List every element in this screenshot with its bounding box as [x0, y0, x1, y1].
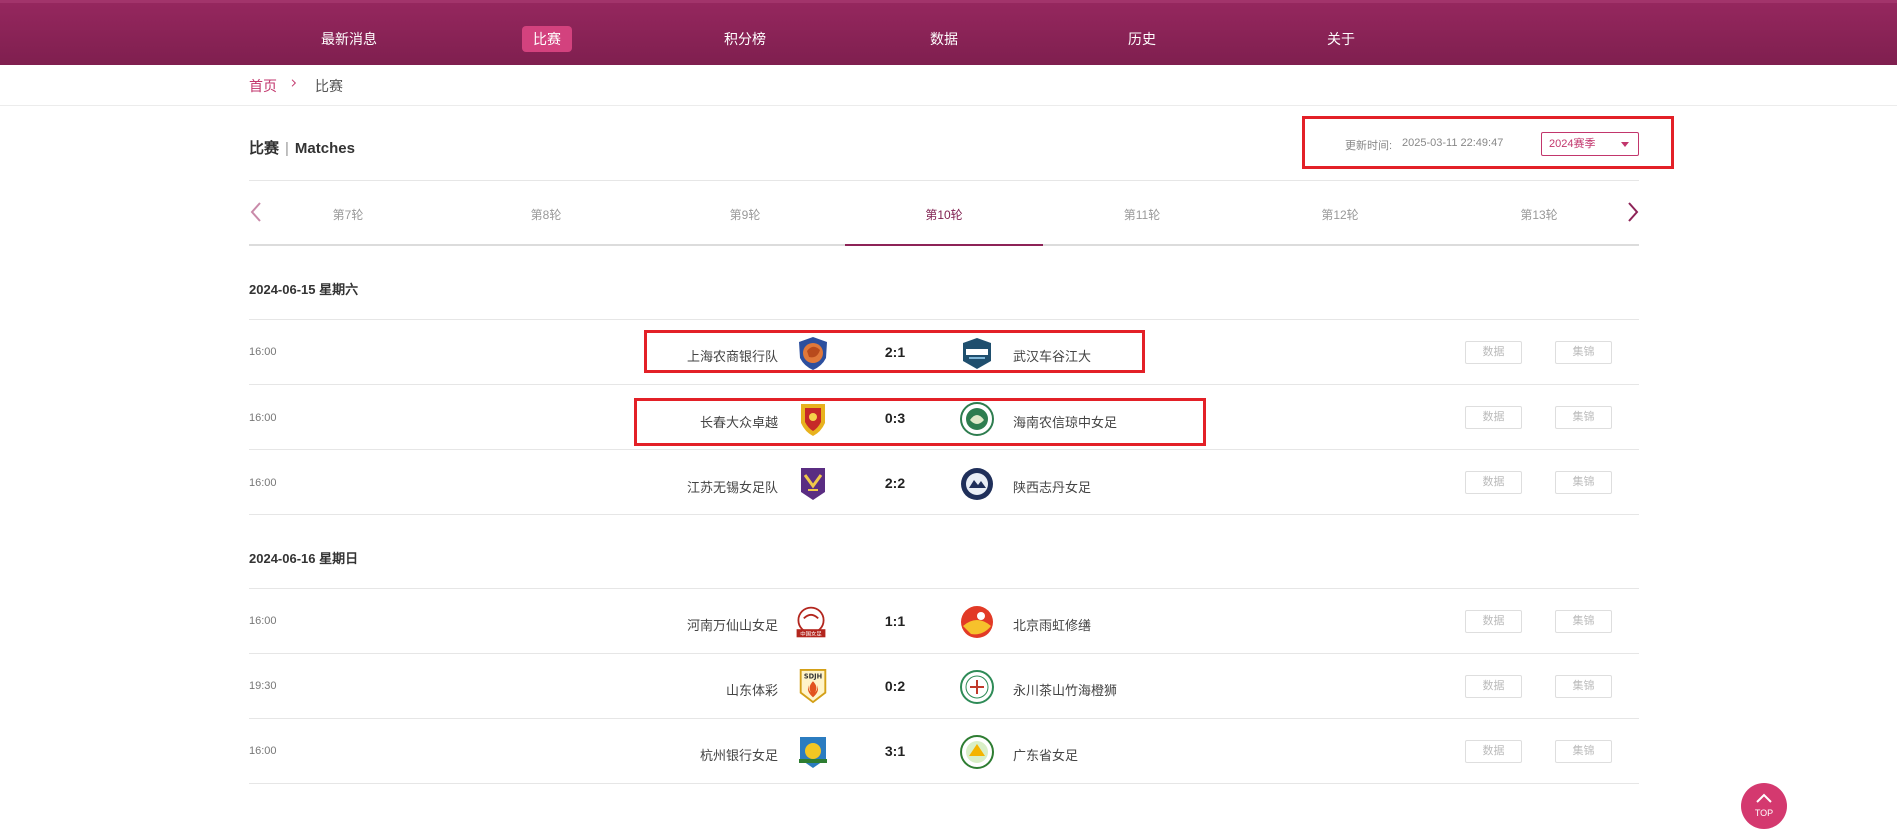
divider: [249, 384, 1639, 385]
match-score[interactable]: 3:1: [874, 743, 916, 759]
round-tab-7[interactable]: 第7轮: [249, 206, 447, 223]
divider: [249, 588, 1639, 589]
match-score[interactable]: 1:1: [874, 613, 916, 629]
breadcrumb: 首页 比赛: [0, 65, 1897, 106]
back-to-top-button[interactable]: TOP: [1741, 783, 1787, 829]
match-score[interactable]: 0:2: [874, 678, 916, 694]
nav-item-matches[interactable]: 比赛: [522, 26, 572, 52]
match-data-button[interactable]: 数据: [1465, 471, 1522, 494]
round-tab-9[interactable]: 第9轮: [646, 206, 844, 223]
nav-item-standings[interactable]: 积分榜: [713, 26, 777, 52]
home-team-name[interactable]: 山东体彩: [726, 680, 778, 699]
next-round-arrow-icon[interactable]: [1624, 201, 1642, 223]
active-round-indicator: [845, 244, 1043, 246]
round-tab-8[interactable]: 第8轮: [447, 206, 645, 223]
match-time: 19:30: [249, 680, 277, 692]
match-highlights-button[interactable]: 集锦: [1555, 675, 1612, 698]
top-nav-bar: 最新消息 比赛 积分榜 数据 历史 关于: [0, 0, 1897, 65]
shandong-team-logo-icon: SDJH: [799, 668, 827, 704]
page-title-en: Matches: [294, 140, 355, 157]
match-score[interactable]: 2:2: [874, 475, 916, 491]
beijing-team-logo-icon: [961, 606, 993, 638]
season-select[interactable]: 2024赛季: [1541, 132, 1639, 156]
shaanxi-team-logo-icon: [961, 468, 993, 500]
round-tab-13[interactable]: 第13轮: [1440, 206, 1638, 223]
nav-item-history[interactable]: 历史: [1117, 26, 1167, 52]
match-data-button[interactable]: 数据: [1465, 406, 1522, 429]
henan-team-logo-icon: 中国女足: [796, 606, 826, 638]
round-tab-11[interactable]: 第11轮: [1043, 206, 1241, 223]
caret-down-icon: [1621, 142, 1629, 147]
back-to-top-label: TOP: [1754, 808, 1774, 818]
divider: [249, 180, 1639, 181]
guangdong-team-logo-icon: [960, 735, 994, 769]
match-data-button[interactable]: 数据: [1465, 675, 1522, 698]
match-time: 16:00: [249, 346, 277, 358]
title-divider: |: [285, 140, 289, 157]
update-time-value: 2025-03-11 22:49:47: [1402, 137, 1504, 149]
season-select-value: 2024赛季: [1549, 138, 1596, 150]
match-data-button[interactable]: 数据: [1465, 341, 1522, 364]
yongchuan-team-logo-icon: [960, 670, 994, 704]
round-tab-10[interactable]: 第10轮: [845, 206, 1043, 223]
divider: [249, 718, 1639, 719]
match-highlights-button[interactable]: 集锦: [1555, 740, 1612, 763]
match-highlights-button[interactable]: 集锦: [1555, 610, 1612, 633]
nav-item-news[interactable]: 最新消息: [310, 26, 388, 52]
divider: [249, 783, 1639, 784]
match-data-button[interactable]: 数据: [1465, 740, 1522, 763]
match-time: 16:00: [249, 477, 277, 489]
away-team-name[interactable]: 永川茶山竹海橙狮: [1013, 680, 1117, 699]
match-date-heading: 2024-06-16 星期日: [249, 551, 359, 566]
henan-logo-text: 中国女足: [800, 630, 822, 638]
jiangsu-team-logo-icon: [801, 468, 825, 500]
breadcrumb-current: 比赛: [315, 78, 343, 94]
chevron-right-icon: [291, 79, 297, 87]
hangzhou-team-logo-icon: [799, 737, 827, 768]
match-date-heading: 2024-06-15 星期六: [249, 282, 359, 297]
round-tab-12[interactable]: 第12轮: [1241, 206, 1439, 223]
divider: [249, 514, 1639, 515]
divider: [249, 449, 1639, 450]
match-highlights-button[interactable]: 集锦: [1555, 471, 1612, 494]
home-team-name[interactable]: 杭州银行女足: [700, 745, 778, 764]
chevron-up-icon: [1756, 793, 1772, 803]
match-time: 16:00: [249, 615, 277, 627]
page-title: 比赛 | Matches: [249, 137, 355, 158]
divider: [249, 319, 1639, 320]
nav-item-about[interactable]: 关于: [1316, 26, 1366, 52]
away-team-name[interactable]: 北京雨虹修缮: [1013, 615, 1091, 634]
match-highlight-box: [634, 398, 1206, 446]
breadcrumb-home-link[interactable]: 首页: [249, 76, 277, 96]
match-time: 16:00: [249, 412, 277, 424]
match-highlights-button[interactable]: 集锦: [1555, 341, 1612, 364]
match-highlights-button[interactable]: 集锦: [1555, 406, 1612, 429]
match-highlight-box: [644, 330, 1145, 373]
divider: [249, 653, 1639, 654]
shandong-logo-text: SDJH: [804, 672, 822, 680]
match-time: 16:00: [249, 745, 277, 757]
away-team-name[interactable]: 广东省女足: [1013, 745, 1078, 764]
match-data-button[interactable]: 数据: [1465, 610, 1522, 633]
away-team-name[interactable]: 陕西志丹女足: [1013, 477, 1091, 496]
nav-item-stats[interactable]: 数据: [919, 26, 969, 52]
update-time-label: 更新时间:: [1345, 140, 1393, 152]
page-title-cn: 比赛: [249, 140, 280, 157]
home-team-name[interactable]: 江苏无锡女足队: [687, 477, 778, 496]
home-team-name[interactable]: 河南万仙山女足: [687, 615, 778, 634]
